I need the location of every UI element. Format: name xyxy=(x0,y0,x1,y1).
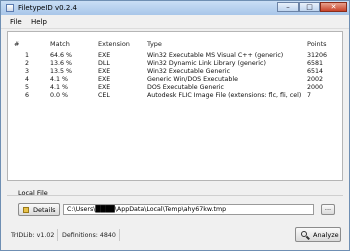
row-type: Autodesk FLIC Image File (extensions: fl… xyxy=(147,92,302,99)
column-header-extension[interactable]: Extension xyxy=(98,40,130,48)
tridlib-version: TrIDLib: v1.02 xyxy=(11,232,55,239)
row-number: 2 xyxy=(25,60,30,67)
maximize-button[interactable]: □ xyxy=(299,2,320,12)
row-extension: EXE xyxy=(98,68,111,75)
row-extension: EXE xyxy=(98,76,111,83)
row-number: 3 xyxy=(25,68,30,75)
row-extension: EXE xyxy=(98,84,111,91)
row-type: DOS Executable Generic xyxy=(147,84,225,91)
window-title: FiletypeID v0.2.4 xyxy=(18,4,77,12)
row-type: Win32 Executable MS Visual C++ (generic) xyxy=(147,52,284,59)
analyze-button-label: Analyze xyxy=(313,231,339,239)
table-row[interactable]: 3 13.5 % EXE Win32 Executable Generic 65… xyxy=(8,68,342,76)
column-header-number[interactable]: # xyxy=(14,40,19,48)
row-extension: DLL xyxy=(98,60,110,67)
row-number: 1 xyxy=(25,52,30,59)
status-divider xyxy=(57,229,58,241)
details-button[interactable]: Details xyxy=(18,203,60,216)
row-points: 31206 xyxy=(307,52,328,59)
row-points: 6514 xyxy=(307,68,324,75)
title-bar[interactable]: FiletypeID v0.2.4 – □ ✕ xyxy=(1,1,349,15)
table-row[interactable]: 5 4.1 % EXE DOS Executable Generic 2000 xyxy=(8,84,342,92)
row-points: 2000 xyxy=(307,84,324,91)
row-extension: CEL xyxy=(98,92,110,99)
menu-help[interactable]: Help xyxy=(31,18,47,26)
table-row[interactable]: 6 0.0 % CEL Autodesk FLIC Image File (ex… xyxy=(8,92,342,100)
main-window: FiletypeID v0.2.4 – □ ✕ File Help # Matc… xyxy=(0,0,350,251)
details-button-label: Details xyxy=(33,206,56,214)
row-type: Win32 Dynamic Link Library (generic) xyxy=(147,60,266,67)
analyze-button[interactable]: Analyze xyxy=(295,227,341,242)
row-extension: EXE xyxy=(98,52,111,59)
row-points: 7 xyxy=(307,92,312,99)
row-match: 13.5 % xyxy=(50,68,73,75)
table-row[interactable]: 2 13.6 % DLL Win32 Dynamic Link Library … xyxy=(8,60,342,68)
row-number: 5 xyxy=(25,84,30,91)
row-match: 4.1 % xyxy=(50,76,68,83)
row-number: 6 xyxy=(25,92,30,99)
column-header-type[interactable]: Type xyxy=(147,40,162,48)
row-match: 64.6 % xyxy=(50,52,73,59)
details-icon xyxy=(23,207,29,213)
file-path-field[interactable]: C:\Users\████\AppData\Local\Temp\ahy67kw… xyxy=(63,204,314,215)
table-row[interactable]: 4 4.1 % EXE Generic Win/DOS Executable 2… xyxy=(8,76,342,84)
results-table[interactable]: # Match Extension Type Points 1 64.6 % E… xyxy=(7,31,343,181)
definitions-count: Definitions: 4840 xyxy=(62,232,116,239)
row-number: 4 xyxy=(25,76,30,83)
close-button[interactable]: ✕ xyxy=(320,2,347,12)
row-match: 0.0 % xyxy=(50,92,68,99)
column-header-match[interactable]: Match xyxy=(50,40,70,48)
browse-button[interactable]: ... xyxy=(321,204,335,215)
minimize-button[interactable]: – xyxy=(277,2,299,12)
row-type: Win32 Executable Generic xyxy=(147,68,231,75)
row-match: 13.6 % xyxy=(50,60,73,67)
row-match: 4.1 % xyxy=(50,84,68,91)
row-type: Generic Win/DOS Executable xyxy=(147,76,238,83)
table-row[interactable]: 1 64.6 % EXE Win32 Executable MS Visual … xyxy=(8,52,342,60)
row-points: 2002 xyxy=(307,76,324,83)
row-points: 6581 xyxy=(307,60,324,67)
magnifier-icon xyxy=(301,231,307,237)
app-icon xyxy=(6,4,14,12)
status-divider xyxy=(119,229,120,241)
menu-file[interactable]: File xyxy=(10,18,22,26)
column-header-points[interactable]: Points xyxy=(307,40,327,48)
menu-bar: File Help xyxy=(1,15,349,29)
